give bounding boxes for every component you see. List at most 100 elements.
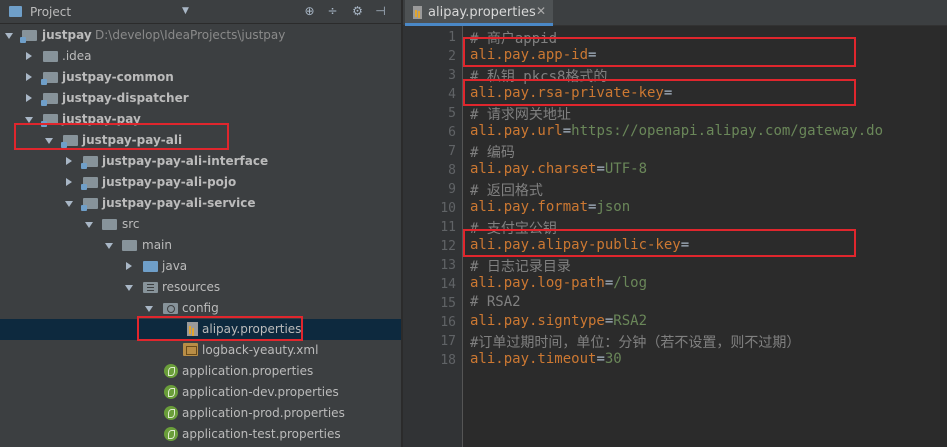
tree-item-justpay-pay-ali-pojo[interactable]: justpay-pay-ali-pojo xyxy=(0,172,401,193)
expand-arrow-icon[interactable] xyxy=(85,222,93,228)
tree-item-idea[interactable]: .idea xyxy=(0,46,401,67)
expand-arrow-icon[interactable] xyxy=(145,306,153,312)
property-key: ali.pay.rsa-private-key xyxy=(470,85,664,101)
tab-alipay-properties[interactable]: alipay.properties ✕ xyxy=(405,0,553,26)
tree-item-src[interactable]: src xyxy=(0,214,401,235)
tree-item-justpay-common[interactable]: justpay-common xyxy=(0,67,401,88)
module-folder-icon xyxy=(81,156,98,169)
properties-file-icon xyxy=(413,6,422,19)
expand-arrow-icon[interactable] xyxy=(65,201,73,207)
project-panel-title[interactable]: Project xyxy=(30,5,71,19)
tree-item-justpay-pay-ali-interface[interactable]: justpay-pay-ali-interface xyxy=(0,151,401,172)
property-equals: = xyxy=(562,123,572,139)
tree-item-application-dev-properties[interactable]: application-dev.properties xyxy=(0,382,401,403)
module-folder-icon xyxy=(41,72,58,85)
hide-icon[interactable]: ⊣ xyxy=(373,4,388,19)
property-value: json xyxy=(596,199,631,215)
tree-item-main[interactable]: main xyxy=(0,235,401,256)
comment-text: # 请求网关地址 xyxy=(470,107,571,123)
tree-item-label: logback-yeauty.xml xyxy=(202,343,319,357)
module-folder-icon xyxy=(81,198,98,211)
target-icon[interactable]: ⊕ xyxy=(302,4,317,19)
folder-icon xyxy=(43,51,58,62)
expand-arrow-icon[interactable] xyxy=(45,138,53,144)
tree-item-label: justpay-dispatcher xyxy=(62,91,189,105)
property-equals: = xyxy=(596,351,605,367)
code-property-line: ali.pay.app-id= xyxy=(470,47,596,63)
line-number: 12 xyxy=(440,239,456,254)
tree-item-label: src xyxy=(122,217,140,231)
property-equals: = xyxy=(588,47,597,63)
code-property-line: ali.pay.alipay-public-key= xyxy=(470,237,689,253)
expand-arrow-icon[interactable] xyxy=(66,157,72,165)
line-number: 13 xyxy=(440,258,456,273)
resources-folder-icon xyxy=(143,282,158,293)
expand-arrow-icon[interactable] xyxy=(26,73,32,81)
tree-item-logback-xml[interactable]: logback-yeauty.xml xyxy=(0,340,401,361)
property-value: https://openapi.alipay.com/gateway.do xyxy=(571,123,884,139)
expand-arrow-icon[interactable] xyxy=(5,33,13,39)
tree-item-label: justpay-pay-ali-interface xyxy=(102,154,269,168)
line-number: 6 xyxy=(448,125,456,140)
property-value: UTF-8 xyxy=(604,161,648,177)
tree-item-java[interactable]: java xyxy=(0,256,401,277)
code-comment-line: # 支付宝公钥 xyxy=(470,218,557,238)
tree-item-resources[interactable]: resources xyxy=(0,277,401,298)
expand-arrow-icon[interactable] xyxy=(26,52,32,60)
gear-icon[interactable]: ⚙ xyxy=(350,4,365,19)
chevron-down-icon[interactable]: ▼ xyxy=(178,4,193,19)
expand-arrow-icon[interactable] xyxy=(26,94,32,102)
property-key: ali.pay.signtype xyxy=(470,313,605,329)
tree-item-label: resources xyxy=(162,280,221,294)
tree-item-application-properties[interactable]: application.properties xyxy=(0,361,401,382)
project-view-icon[interactable] xyxy=(9,6,22,17)
code-comment-line: # 返回格式 xyxy=(470,180,543,200)
code-comment-line: #订单过期时间，单位：分钟（若不设置，则不过期） xyxy=(470,332,800,352)
code-comment-line: # RSA2 xyxy=(470,294,521,310)
line-number: 9 xyxy=(448,182,456,197)
project-panel-header: Project ▼ ⊕ ÷ ⚙ ⊣ xyxy=(0,0,401,24)
tree-item-config[interactable]: config xyxy=(0,298,401,319)
expand-arrow-icon[interactable] xyxy=(25,117,33,123)
expand-arrow-icon[interactable] xyxy=(105,243,113,249)
property-equals: = xyxy=(596,161,605,177)
property-value: RSA2 xyxy=(613,313,648,329)
property-key: ali.pay.app-id xyxy=(470,47,589,63)
config-folder-icon xyxy=(163,303,178,314)
editor: alipay.properties ✕ 1 2 3 4 5 6 7 8 9 10 11 12 13 14 1… xyxy=(403,0,947,447)
tree-item-application-test-properties[interactable]: application-test.properties xyxy=(0,424,401,445)
expand-arrow-icon[interactable] xyxy=(126,262,132,270)
tree-item-label: main xyxy=(142,238,172,252)
spring-properties-icon xyxy=(164,427,178,441)
code-property-line: ali.pay.format=json xyxy=(470,199,630,215)
close-icon[interactable]: ✕ xyxy=(536,4,546,18)
tree-item-path: D:\develop\IdeaProjects\justpay xyxy=(95,28,286,42)
line-number: 8 xyxy=(448,163,456,178)
expand-arrow-icon[interactable] xyxy=(66,178,72,186)
module-folder-icon xyxy=(61,135,78,148)
tree-item-label: .idea xyxy=(62,49,92,63)
property-key: ali.pay.log-path xyxy=(470,275,605,291)
module-folder-icon xyxy=(81,177,98,190)
line-number-gutter: 1 2 3 4 5 6 7 8 9 10 11 12 13 14 15 16 17 18 xyxy=(403,26,463,447)
tree-item-justpay-dispatcher[interactable]: justpay-dispatcher xyxy=(0,88,401,109)
tree-item-label: application-dev.properties xyxy=(182,385,339,399)
line-number: 7 xyxy=(448,144,456,159)
property-equals: = xyxy=(663,85,673,101)
comment-text: # 支付宝公钥 xyxy=(470,221,557,237)
tree-item-label: justpay-pay-ali-pojo xyxy=(102,175,237,189)
tree-item-label: justpay-common xyxy=(62,70,174,84)
tree-item-application-prod-properties[interactable]: application-prod.properties xyxy=(0,403,401,424)
expand-arrow-icon[interactable] xyxy=(125,285,133,291)
tree-item-justpay[interactable]: justpay D:\develop\IdeaProjects\justpay xyxy=(0,25,401,46)
tree-item-justpay-pay[interactable]: justpay-pay xyxy=(0,109,401,130)
collapse-icon[interactable]: ÷ xyxy=(325,4,340,19)
xml-file-icon xyxy=(183,343,198,356)
tree-item-alipay-properties[interactable]: alipay.properties xyxy=(0,319,401,340)
tree-item-justpay-pay-ali-service[interactable]: justpay-pay-ali-service xyxy=(0,193,401,214)
tree-item-justpay-pay-ali[interactable]: justpay-pay-ali xyxy=(0,130,401,151)
folder-icon xyxy=(122,240,137,251)
module-folder-icon xyxy=(41,114,58,127)
code-property-line: ali.pay.timeout=30 xyxy=(470,351,622,367)
line-number: 4 xyxy=(448,87,456,102)
